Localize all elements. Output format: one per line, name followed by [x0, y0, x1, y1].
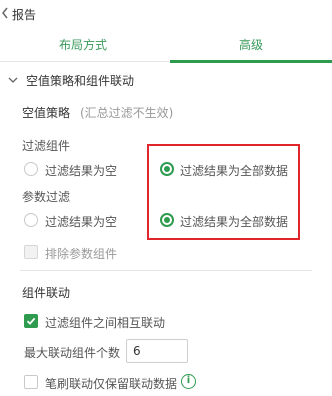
param-empty-label[interactable]: 过滤结果为空: [45, 213, 117, 230]
filter-empty-radio[interactable]: [24, 162, 38, 176]
max-count-label: 最大联动组件个数: [24, 346, 121, 360]
mutual-linkage-checkbox[interactable]: [24, 314, 38, 328]
tab-layout[interactable]: 布局方式: [0, 32, 166, 62]
highlight-box: [147, 144, 300, 240]
panel-header: 报告: [0, 0, 332, 28]
mutual-linkage-label: 过滤组件之间相互联动: [45, 316, 166, 330]
info-icon[interactable]: i: [181, 374, 196, 389]
collapse-chevron-icon[interactable]: [1, 6, 9, 20]
exclude-param-label: 排除参数组件: [45, 247, 118, 261]
check-icon: [26, 317, 36, 325]
param-filter-label: 参数过滤: [22, 190, 71, 204]
chevron-down-icon: [8, 77, 18, 83]
filter-empty-label[interactable]: 过滤结果为空: [45, 162, 117, 179]
brush-keep-label: 笔刷联动仅保留联动数据: [45, 377, 178, 391]
filter-component-label: 过滤组件: [22, 139, 71, 153]
tab-bar: 布局方式 高级: [0, 32, 332, 63]
linkage-title: 组件联动: [22, 286, 71, 300]
section-label: 空值策略和组件联动: [26, 74, 135, 88]
brush-keep-checkbox[interactable]: [24, 375, 38, 389]
exclude-param-checkbox[interactable]: [24, 245, 38, 259]
null-strategy-title: 空值策略: [22, 106, 71, 120]
max-count-input[interactable]: [126, 339, 188, 363]
divider: [20, 270, 312, 271]
param-empty-radio[interactable]: [24, 213, 38, 227]
panel-title: 报告: [12, 8, 37, 22]
null-strategy-note: (汇总过滤不生效): [80, 106, 174, 120]
tab-advanced[interactable]: 高级: [170, 32, 332, 63]
